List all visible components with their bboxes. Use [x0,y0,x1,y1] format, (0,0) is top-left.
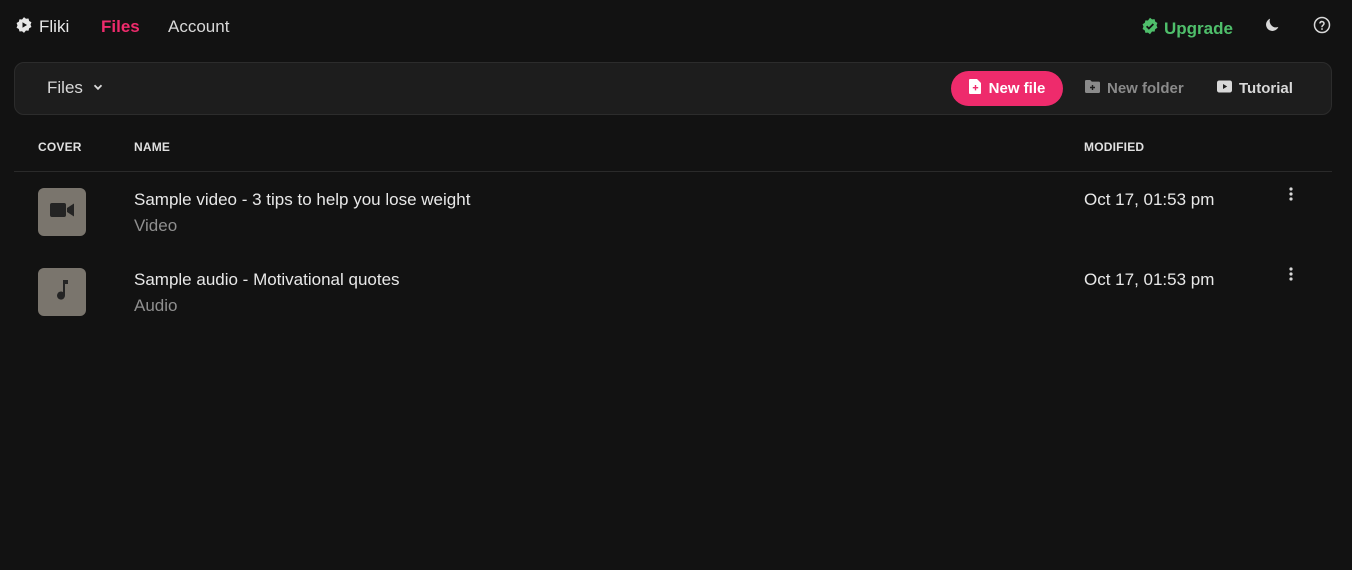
file-row[interactable]: Sample video - 3 tips to help you lose w… [0,172,1352,252]
help-circle-icon [1313,16,1331,39]
tutorial-button[interactable]: Tutorial [1217,71,1293,106]
nav-files-link[interactable]: Files [101,17,140,37]
file-type: Audio [134,296,178,315]
theme-toggle-button[interactable] [1262,17,1282,37]
folder-selector-label: Files [47,78,83,97]
files-toolbar: Files New file New folder Tutorial [14,62,1332,115]
row-options-button[interactable] [1282,186,1300,206]
top-navigation: Fliki Files Account Upgrade [0,0,1352,54]
column-header-name: NAME [134,140,171,154]
moon-icon [1263,16,1281,39]
youtube-icon [1217,80,1232,97]
new-folder-button[interactable]: New folder [1085,71,1184,106]
chevron-down-icon [92,78,104,98]
tutorial-label: Tutorial [1239,80,1293,97]
video-camera-icon [49,199,75,226]
more-vertical-icon [1289,266,1293,286]
brand-link[interactable]: Fliki [15,16,70,39]
column-header-modified: MODIFIED [1084,140,1145,154]
file-name[interactable]: Sample audio - Motivational quotes [134,270,400,290]
new-file-label: New file [988,80,1046,97]
new-file-button[interactable]: New file [951,71,1063,106]
file-row[interactable]: Sample audio - Motivational quotes Audio… [0,252,1352,332]
upgrade-label: Upgrade [1164,18,1233,38]
more-vertical-icon [1289,186,1293,206]
file-cover-thumbnail[interactable] [38,188,86,236]
upgrade-button[interactable]: Upgrade [1141,17,1233,40]
file-type: Video [134,216,178,235]
row-options-button[interactable] [1282,266,1300,286]
nav-account-link[interactable]: Account [168,17,229,37]
brand-name: Fliki [39,17,70,36]
folder-selector-dropdown[interactable]: Files [47,78,104,98]
music-note-icon [49,279,75,306]
verified-badge-icon [1141,17,1159,40]
help-button[interactable] [1312,16,1332,39]
file-name[interactable]: Sample video - 3 tips to help you lose w… [134,190,470,210]
file-modified-date: Oct 17, 01:53 pm [1084,190,1215,209]
folder-plus-icon [1085,80,1100,97]
file-modified-date: Oct 17, 01:53 pm [1084,270,1215,289]
file-icon [968,79,982,98]
new-folder-label: New folder [1107,80,1184,97]
file-cover-thumbnail[interactable] [38,268,86,316]
fliki-logo-icon [15,16,33,39]
column-header-cover: COVER [38,140,82,154]
